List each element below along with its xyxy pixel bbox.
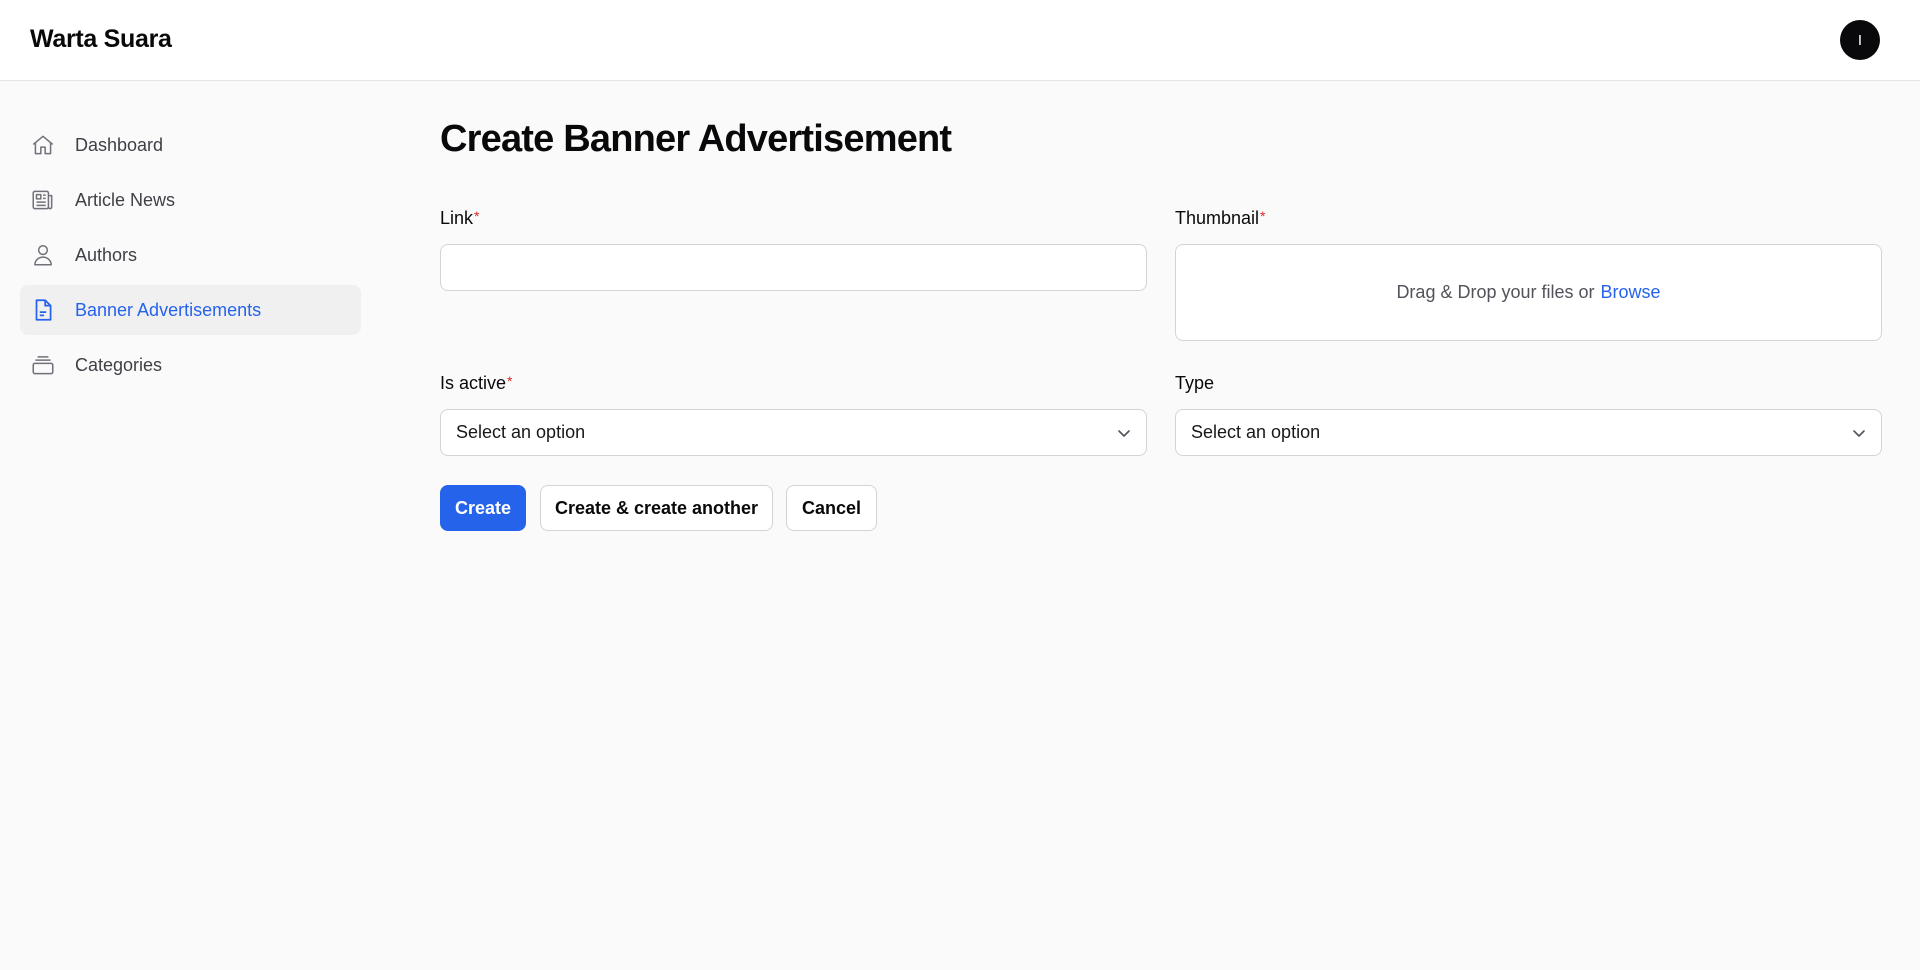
user-avatar[interactable]: I	[1840, 20, 1880, 60]
required-mark: *	[507, 373, 513, 389]
sidebar-item-categories[interactable]: Categories	[20, 340, 361, 390]
link-input[interactable]	[440, 244, 1147, 291]
create-another-button[interactable]: Create & create another	[540, 485, 773, 531]
type-select[interactable]: Select an option	[1175, 409, 1882, 456]
cancel-button[interactable]: Cancel	[786, 485, 877, 531]
top-bar: Warta Suara I	[0, 0, 1920, 81]
home-icon	[30, 132, 56, 158]
thumbnail-label-text: Thumbnail	[1175, 208, 1260, 228]
chevron-down-icon	[1118, 430, 1130, 437]
sidebar-item-label: Authors	[75, 244, 138, 265]
document-icon	[30, 297, 56, 323]
thumbnail-label: Thumbnail*	[1175, 208, 1266, 229]
thumbnail-dropzone[interactable]: Drag & Drop your files or Browse	[1175, 244, 1882, 341]
is-active-label-text: Is active	[440, 373, 507, 393]
brand-logo-text[interactable]: Warta Suara	[30, 25, 172, 54]
sidebar-item-label: Dashboard	[75, 134, 164, 155]
required-mark: *	[1260, 208, 1266, 224]
page-title: Create Banner Advertisement	[440, 118, 952, 160]
is-active-select[interactable]: Select an option	[440, 409, 1147, 456]
sidebar-nav: Dashboard Article News Authors Banner Ad…	[20, 120, 361, 395]
link-label-text: Link	[440, 208, 474, 228]
type-selected-value: Select an option	[1191, 422, 1321, 442]
sidebar-item-article-news[interactable]: Article News	[20, 175, 361, 225]
browse-link[interactable]: Browse	[1601, 282, 1661, 303]
is-active-label: Is active*	[440, 373, 512, 394]
is-active-selected-value: Select an option	[456, 422, 586, 442]
create-button[interactable]: Create	[440, 485, 526, 531]
type-label: Type	[1175, 373, 1214, 394]
sidebar-item-label: Categories	[75, 354, 163, 375]
sidebar-item-banner-advertisements[interactable]: Banner Advertisements	[20, 285, 361, 335]
rectangle-stack-icon	[30, 352, 56, 378]
sidebar-item-authors[interactable]: Authors	[20, 230, 361, 280]
link-label: Link*	[440, 208, 479, 229]
dropzone-text: Drag & Drop your files or	[1396, 282, 1595, 302]
user-icon	[30, 242, 56, 268]
sidebar-item-dashboard[interactable]: Dashboard	[20, 120, 361, 170]
chevron-down-icon	[1853, 430, 1865, 437]
type-label-text: Type	[1175, 373, 1215, 393]
newspaper-icon	[30, 187, 56, 213]
sidebar-item-label: Article News	[75, 189, 176, 210]
sidebar-item-label: Banner Advertisements	[75, 299, 262, 320]
required-mark: *	[474, 208, 480, 224]
